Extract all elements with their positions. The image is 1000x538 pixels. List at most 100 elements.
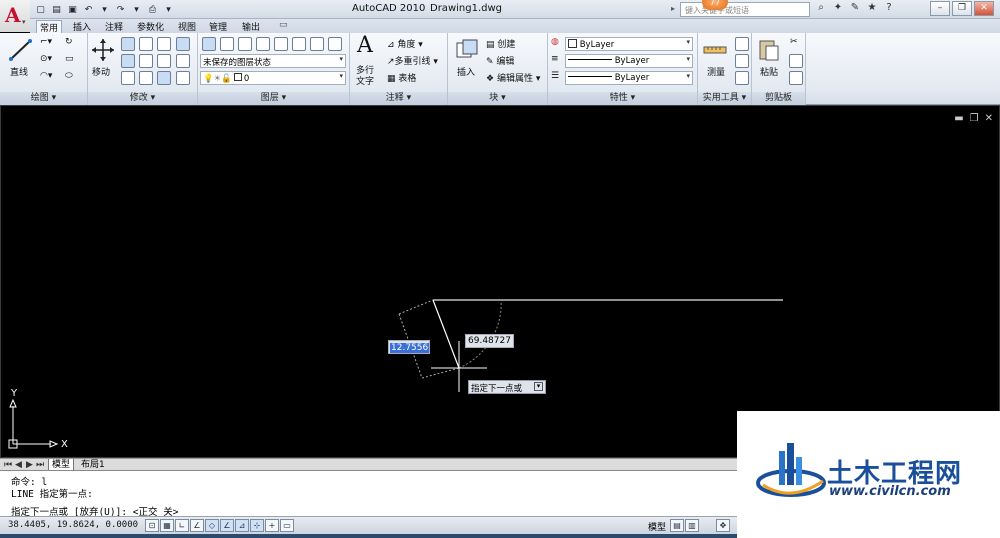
paste-button-label[interactable]: 粘贴 [760, 65, 778, 78]
calculator-icon[interactable] [735, 71, 749, 85]
layer-freeze-icon[interactable] [238, 37, 252, 51]
binoculars-icon[interactable]: ⌕ [815, 2, 827, 15]
ribbon-minimize-icon[interactable]: ▭ [276, 20, 291, 33]
scale-tool-icon[interactable] [139, 71, 153, 85]
subscription-icon[interactable]: ✦ [832, 2, 844, 15]
panel-label-clipboard[interactable]: 剪贴板 [752, 92, 805, 105]
linetype-combo[interactable]: ByLayer ▾ [565, 54, 693, 68]
explode-tool-icon[interactable] [157, 54, 171, 68]
move-button-label[interactable]: 移动 [92, 65, 110, 78]
minimize-button[interactable]: – [930, 1, 950, 16]
new-file-icon[interactable]: ▢ [33, 2, 48, 17]
array-tool-icon[interactable] [157, 71, 171, 85]
dynamic-input-length[interactable]: 12.7556 [388, 340, 430, 354]
erase-tool-icon[interactable] [176, 37, 190, 51]
circle-icon[interactable]: ⊙▾ [40, 54, 52, 64]
panel-label-annotation[interactable]: 注释 ▾ [350, 92, 447, 105]
panel-label-properties[interactable]: 特性 ▾ [548, 92, 697, 105]
tab-parametric[interactable]: 参数化 [134, 20, 167, 33]
polar-tracking-icon[interactable]: ∠ [190, 519, 204, 532]
arc-icon[interactable]: ◠▾ [40, 71, 52, 81]
layer-properties-icon[interactable] [202, 37, 216, 51]
drawing-canvas[interactable]: ▬ ❐ ✕ Y X 12.7556 69.48727 指定下一点或 ▾ [0, 105, 1000, 458]
tab-insert[interactable]: 插入 [70, 20, 94, 33]
mtext-button-label[interactable]: 多行 文字 [356, 66, 374, 88]
tab-view[interactable]: 视图 [175, 20, 199, 33]
help-icon[interactable]: ? [883, 2, 895, 15]
layer-off-icon[interactable] [256, 37, 270, 51]
quick-select-icon[interactable] [735, 37, 749, 51]
copy-tool-icon[interactable] [121, 37, 135, 51]
rotate-tool-icon[interactable] [139, 37, 153, 51]
edit-attributes-button[interactable]: ❖ 编辑属性 ▾ [486, 71, 540, 84]
maximize-button[interactable]: ❐ [952, 1, 972, 16]
polyline-icon[interactable]: ⌐▾ [40, 37, 52, 47]
angle-dimension-button[interactable]: ⊿ 角度 ▾ [387, 37, 423, 50]
rotate-icon[interactable]: ↻ [65, 37, 73, 47]
ortho-mode-icon[interactable]: ∟ [175, 519, 189, 532]
quick-properties-icon[interactable]: ▭ [280, 519, 294, 532]
tab-manage[interactable]: 管理 [206, 20, 230, 33]
panel-label-utilities[interactable]: 实用工具 ▾ [698, 92, 751, 105]
measure-button-label[interactable]: 测量 [707, 65, 725, 78]
move-tool-icon[interactable] [90, 37, 116, 63]
layer-combo[interactable]: 💡☀🔓 0 ▾ [200, 71, 346, 85]
lineweight-icon[interactable]: ≡ [551, 54, 559, 64]
layer-states-icon[interactable] [220, 37, 234, 51]
panel-label-modify[interactable]: 修改 ▾ [88, 92, 197, 105]
color-combo[interactable]: ByLayer ▾ [565, 37, 693, 51]
quick-view-layouts-icon[interactable]: ▤ [670, 519, 684, 532]
model-space-label[interactable]: 模型 [648, 520, 666, 533]
panel-label-layers[interactable]: 图层 ▾ [198, 92, 349, 105]
tab-output[interactable]: 输出 [239, 20, 263, 33]
grid-display-icon[interactable]: ▦ [160, 519, 174, 532]
dynamic-input-icon[interactable]: ⊹ [250, 519, 264, 532]
layer-lock-icon[interactable] [328, 37, 342, 51]
paste-icon[interactable] [756, 37, 782, 63]
open-file-icon[interactable]: ▤ [49, 2, 64, 17]
redo-dropdown-icon[interactable]: ▾ [129, 2, 144, 17]
mtext-icon[interactable]: A [357, 33, 373, 58]
allow-ducs-icon[interactable]: ⊿ [235, 519, 249, 532]
help-search-input[interactable]: ▸ 键入关键字或短语 [671, 2, 810, 17]
trim-tool-icon[interactable] [157, 37, 171, 51]
id-point-icon[interactable] [735, 54, 749, 68]
layer-unisolate-icon[interactable] [310, 37, 324, 51]
object-snap-tracking-icon[interactable]: ∠ [220, 519, 234, 532]
stretch-tool-icon[interactable] [121, 71, 135, 85]
mirror-tool-icon[interactable] [121, 54, 135, 68]
layer-state-combo[interactable]: 未保存的图层状态 ▾ [200, 54, 346, 68]
edit-block-button[interactable]: ✎ 编辑 [486, 54, 514, 67]
panel-label-block[interactable]: 块 ▾ [448, 92, 547, 105]
lineweight-toggle-icon[interactable]: + [265, 519, 279, 532]
prompt-options-icon[interactable]: ▾ [534, 382, 543, 391]
rectangle-icon[interactable]: ▭ [65, 54, 74, 64]
match-properties-icon[interactable] [789, 71, 803, 85]
notification-badge[interactable]: 77 [702, 0, 728, 10]
favorites-icon[interactable]: ★ [866, 2, 878, 15]
layer-isolate-icon[interactable] [292, 37, 306, 51]
cut-icon[interactable]: ✂ [790, 37, 798, 47]
search-expand-icon[interactable]: ▸ [671, 4, 675, 13]
qat-customize-icon[interactable]: ▾ [161, 2, 176, 17]
panel-label-draw[interactable]: 绘图 ▾ [0, 92, 87, 105]
quick-view-drawings-icon[interactable]: ▥ [685, 519, 699, 532]
pan-icon[interactable]: ✥ [716, 519, 730, 532]
object-snap-icon[interactable]: ◇ [205, 519, 219, 532]
comm-center-icon[interactable]: ✎ [849, 2, 861, 15]
linetype-icon[interactable]: ☰ [551, 71, 559, 81]
fillet-tool-icon[interactable] [139, 54, 153, 68]
table-button[interactable]: ▦ 表格 [387, 71, 416, 84]
tab-home[interactable]: 常用 [36, 20, 63, 34]
copy-clip-icon[interactable] [789, 54, 803, 68]
insert-block-icon[interactable] [454, 37, 480, 63]
save-icon[interactable]: ▣ [65, 2, 80, 17]
line-tool-icon[interactable] [8, 37, 34, 63]
color-wheel-icon[interactable]: ◍ [551, 37, 559, 47]
redo-icon[interactable]: ↷ [113, 2, 128, 17]
lineweight-combo[interactable]: ByLayer ▾ [565, 71, 693, 85]
insert-button-label[interactable]: 插入 [457, 65, 475, 78]
layer-match-icon[interactable] [274, 37, 288, 51]
create-block-button[interactable]: ▤ 创建 [486, 37, 515, 50]
extend-tool-icon[interactable] [176, 71, 190, 85]
